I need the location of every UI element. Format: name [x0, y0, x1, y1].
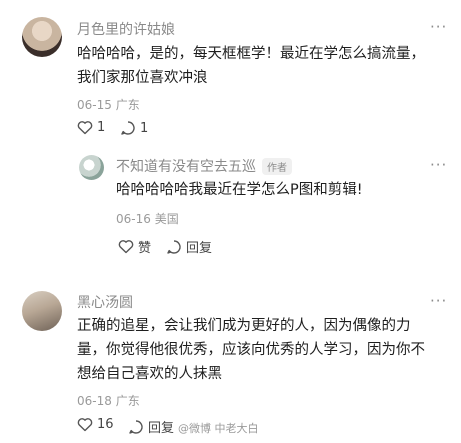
reply-text: 哈哈哈哈哈我最近在学怎么P图和剪辑! [116, 182, 363, 198]
like-button[interactable]: 16 [77, 417, 114, 432]
avatar[interactable] [22, 17, 62, 57]
like-label: 赞 [138, 241, 152, 256]
watermark: @微博 中老大白 [178, 422, 259, 435]
heart-icon [77, 121, 93, 135]
reply-like-button[interactable]: 赞 [118, 237, 151, 256]
comment-location: 广东 [115, 98, 140, 112]
comment-text: 哈哈哈哈，是的，每天框框学！最近在学怎么搞流量， 我们家那位喜欢冲浪 [77, 46, 425, 86]
reply-avatar[interactable] [79, 155, 104, 180]
comment-bubble-icon [121, 121, 135, 135]
comment-location: 广东 [115, 394, 140, 408]
comment-bubble-icon [167, 239, 181, 254]
reply-label: 回复 [186, 241, 213, 256]
reply-label: 回复 [148, 421, 175, 436]
like-count: 16 [97, 417, 114, 432]
comment-author[interactable]: 月色里的许姑娘 [77, 19, 175, 39]
more-options-icon[interactable]: ··· [430, 156, 447, 174]
reply-meta: 06-16 美国 [116, 210, 179, 227]
reply-count: 1 [140, 120, 149, 136]
comment-date: 06-15 [77, 98, 112, 112]
comment-date: 06-18 [77, 394, 112, 408]
reply-author: 不知道有没有空去五巡 作者 [116, 156, 292, 176]
author-badge: 作者 [262, 157, 292, 175]
comment-text: 正确的追星，会让我们成为更好的人，因为偶像的力 量，你觉得他很优秀，应该向优秀的… [77, 318, 425, 382]
comment-bubble-icon [129, 419, 143, 434]
like-count: 1 [97, 120, 106, 135]
comment-meta: 06-15 广东 [77, 96, 140, 113]
comment-author[interactable]: 黑心汤圆 [77, 292, 133, 312]
reply-reply-button[interactable]: 回复 [166, 237, 212, 256]
heart-icon [118, 240, 134, 254]
comment-meta: 06-18 广东 [77, 392, 140, 409]
heart-icon [77, 418, 93, 432]
more-options-icon[interactable]: ··· [430, 18, 447, 36]
reply-button[interactable]: 1 [120, 120, 148, 136]
avatar[interactable] [22, 291, 62, 331]
reply-date: 06-16 [116, 212, 151, 226]
reply-button[interactable]: 回复 [128, 417, 174, 436]
more-options-icon[interactable]: ··· [430, 292, 447, 310]
like-button[interactable]: 1 [77, 120, 105, 135]
reply-location: 美国 [154, 212, 179, 226]
